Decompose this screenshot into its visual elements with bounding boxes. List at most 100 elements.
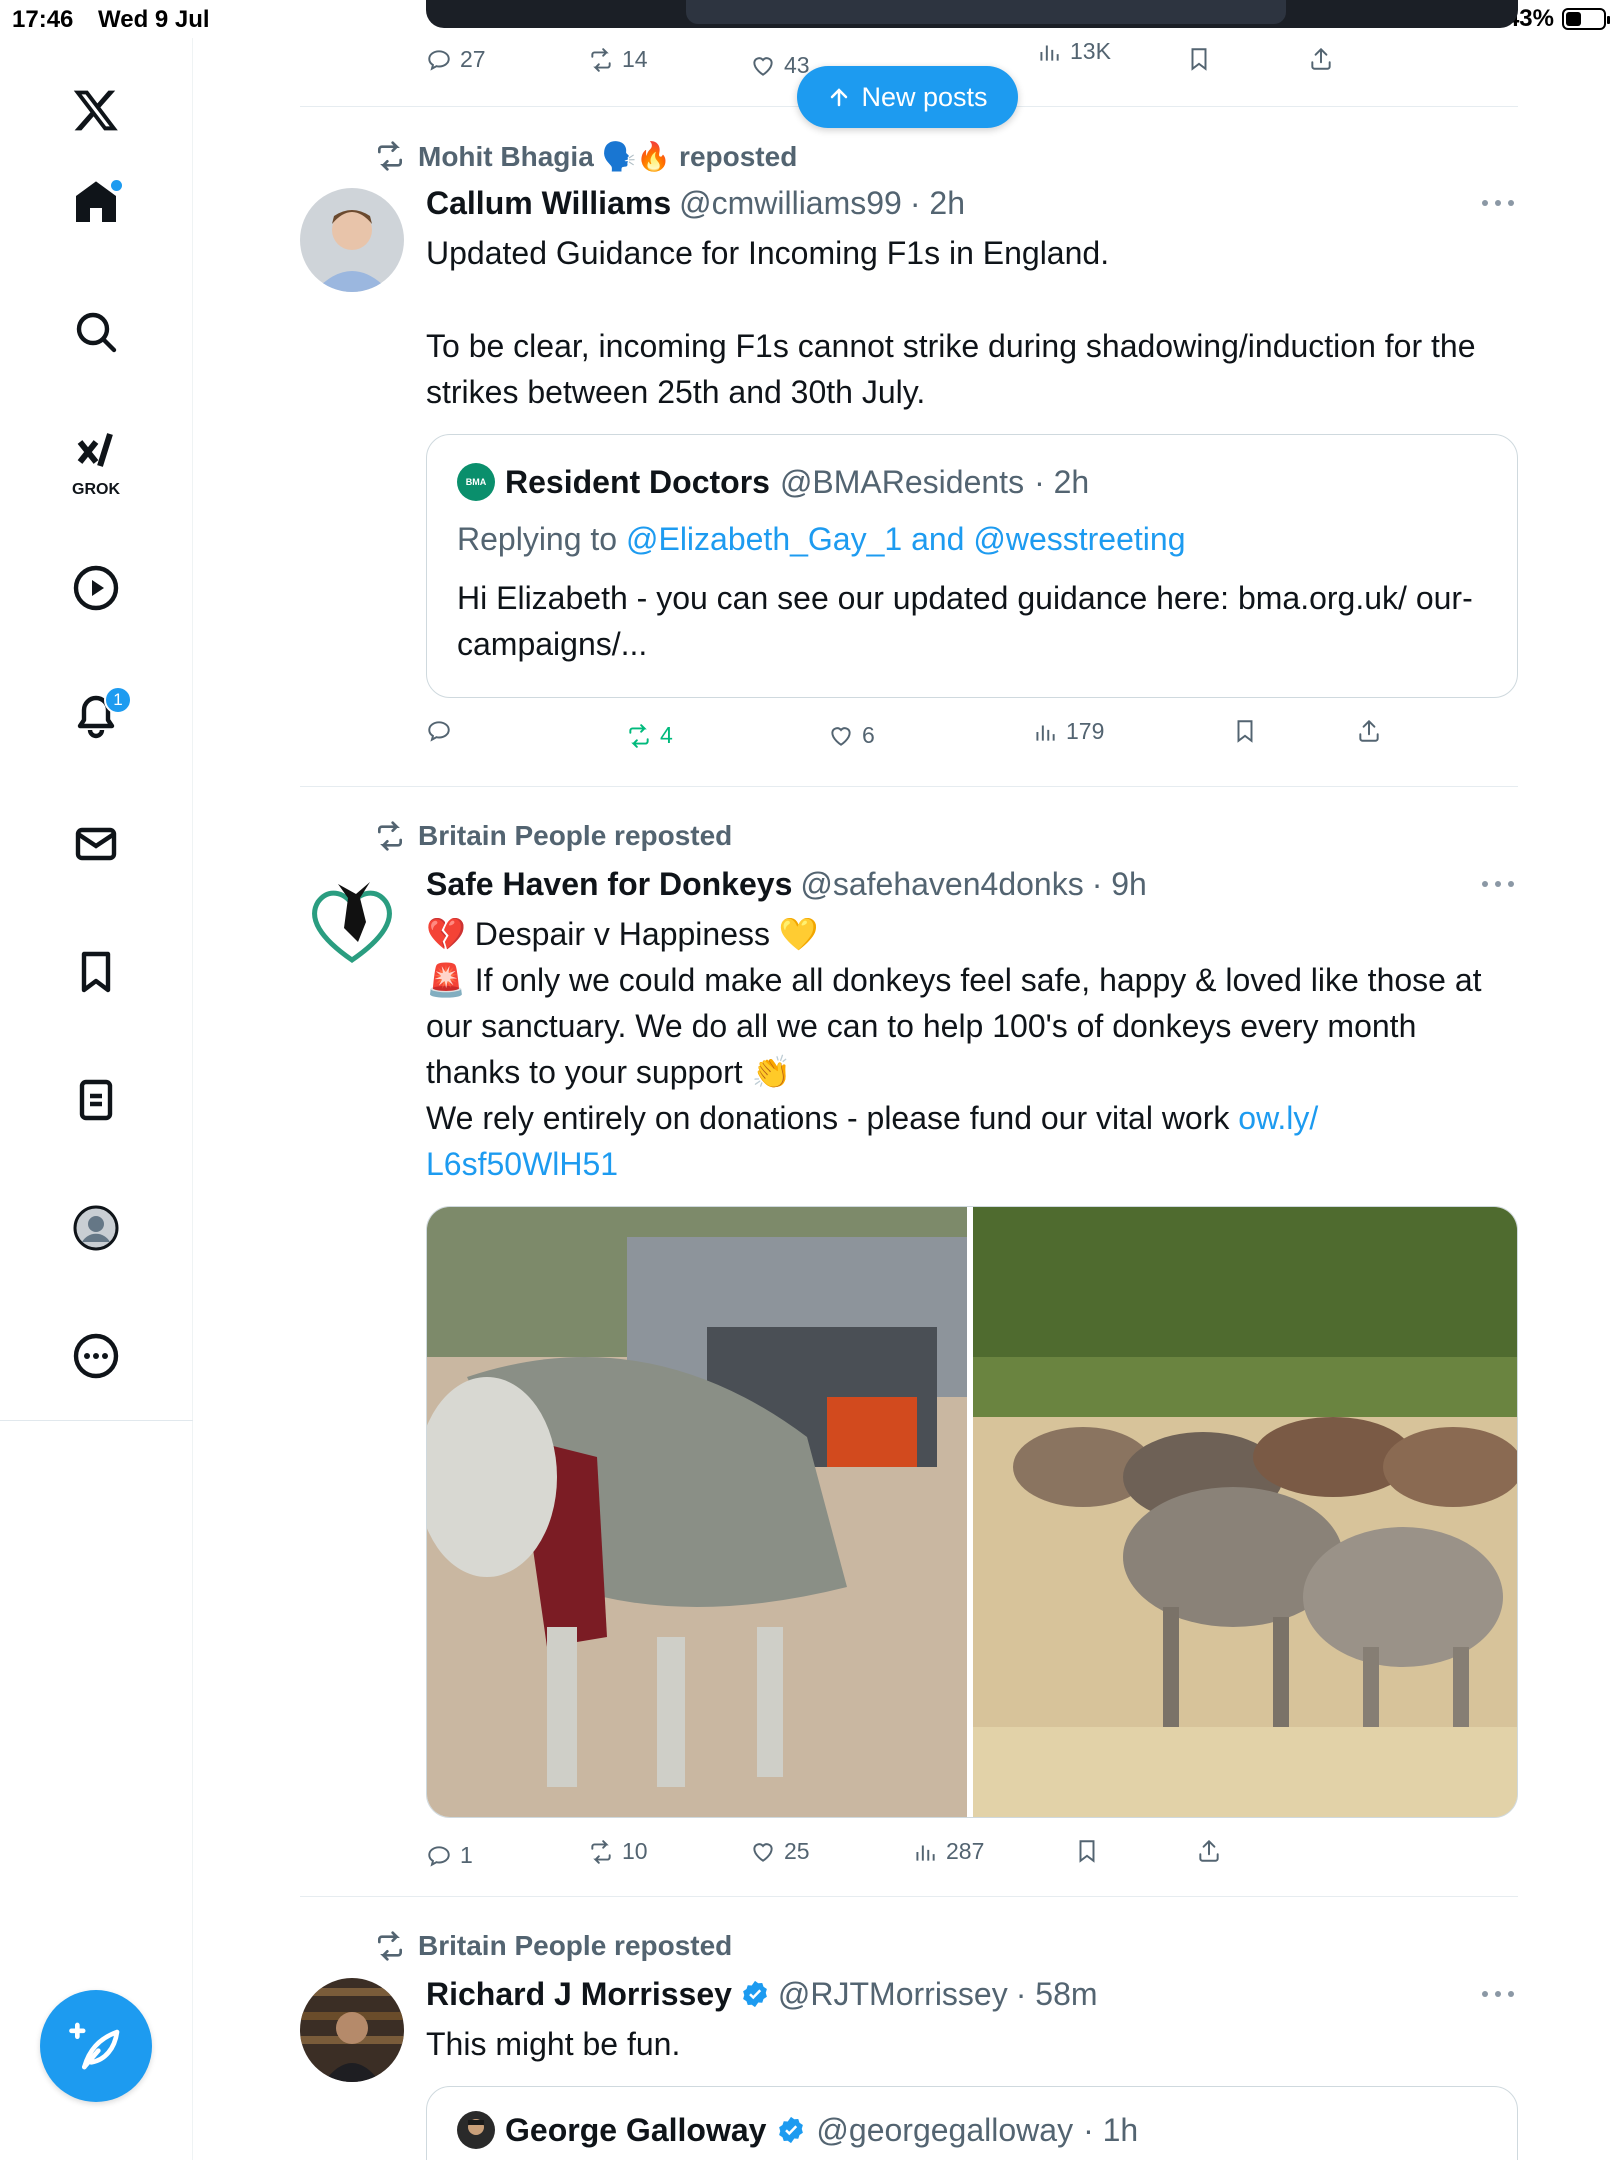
bookmark-button[interactable] (1186, 46, 1212, 72)
like-button[interactable]: 6 (828, 722, 875, 749)
views-chart-icon (1040, 45, 1059, 61)
reposted-by-line: Britain People reposted (374, 1928, 732, 1964)
post-time[interactable]: · 9h (1092, 866, 1147, 903)
messages-nav-icon[interactable] (56, 804, 136, 884)
reposted-by-line: Mohit Bhagia 🗣️🔥 reposted (374, 138, 797, 174)
verified-badge-icon (743, 1980, 767, 2008)
quote-time: · 2h (1034, 463, 1090, 500)
new-posts-label: New posts (861, 81, 988, 112)
post-text: To be clear, incoming F1s cannot strike … (426, 328, 1476, 410)
post-divider (300, 786, 1518, 787)
bookmarks-nav-icon[interactable] (56, 932, 136, 1012)
post-header: Richard J Morrissey @RJTMorrissey · 58m (426, 1972, 1098, 2016)
post-text-line-3: We rely entirely on donations - please f… (426, 1095, 1518, 1187)
share-button[interactable] (1196, 1838, 1222, 1864)
reply-button[interactable] (426, 718, 460, 744)
grok-label: GROK (72, 481, 120, 498)
reply-count: 1 (460, 1842, 473, 1868)
profile-nav-icon[interactable] (56, 1188, 136, 1268)
views-chart-icon (1036, 725, 1055, 741)
compose-feather-icon (69, 2022, 120, 2070)
like-button[interactable]: 25 (750, 1838, 810, 1865)
bookmark-button[interactable] (1232, 718, 1258, 744)
heart-icon (753, 56, 773, 76)
author-handle[interactable]: @cmwilliams99 (679, 185, 902, 222)
quote-time: · 1h (1083, 2111, 1139, 2148)
post-header: Safe Haven for Donkeys @safehaven4donks … (426, 862, 1147, 906)
quoted-post[interactable]: BMA Resident Doctors @BMAResidents · 2h … (426, 434, 1518, 698)
verified-badge-icon (779, 2116, 804, 2144)
repost-count: 14 (622, 46, 648, 72)
video-nav-icon[interactable] (56, 548, 136, 628)
grok-nav-icon[interactable]: GROK (56, 424, 136, 504)
post-text-line-1: 💔 Despair v Happiness 💛 (426, 916, 819, 952)
notification-count-badge: 1 (104, 686, 132, 714)
repost-icon (378, 821, 402, 851)
avatar[interactable] (300, 188, 404, 292)
post-time[interactable]: · 58m (1016, 1976, 1098, 2013)
repost-button[interactable]: 4 (626, 722, 673, 749)
author-name[interactable]: Callum Williams (426, 185, 671, 222)
share-icon (1199, 1839, 1219, 1862)
author-name[interactable]: Richard J Morrissey (426, 1976, 732, 2013)
search-nav-icon[interactable] (56, 292, 136, 372)
quote-author-handle: @BMAResidents (779, 463, 1025, 500)
lists-nav-icon[interactable] (56, 1060, 136, 1140)
share-icon (1311, 47, 1331, 70)
author-handle[interactable]: @RJTMorrissey (778, 1976, 1008, 2013)
views-button[interactable]: 179 (1032, 718, 1104, 745)
reply-button[interactable]: 27 (426, 46, 486, 73)
quoted-post[interactable]: George Galloway @georgegalloway · 1h (426, 2086, 1518, 2160)
replying-prefix: Replying to (457, 521, 626, 557)
bookmark-icon (1191, 48, 1207, 71)
home-nav-icon[interactable] (56, 162, 136, 242)
more-options-icon[interactable] (1478, 1984, 1518, 2004)
battery-icon (1562, 8, 1610, 30)
photo-donkey-blanket[interactable] (427, 1207, 967, 1817)
more-options-icon[interactable] (1478, 193, 1518, 213)
x-logo-icon[interactable] (56, 70, 136, 150)
reply-button[interactable]: 1 (426, 1842, 473, 1869)
like-count: 25 (784, 1838, 810, 1864)
more-options-icon[interactable] (1478, 874, 1518, 894)
photo-donkeys-sanctuary[interactable] (973, 1207, 1517, 1817)
heart-icon (753, 1842, 773, 1862)
sidebar-divider (0, 1420, 193, 1421)
post-action-bar: 1 10 25 287 (426, 1838, 1518, 1878)
views-button[interactable]: 13K (1036, 38, 1111, 65)
share-button[interactable] (1308, 46, 1334, 72)
reposted-by-line: Britain People reposted (374, 818, 732, 854)
previous-post-media[interactable] (426, 0, 1518, 28)
new-posts-button[interactable]: New posts (797, 66, 1018, 128)
repost-icon (591, 47, 611, 72)
home-unread-dot (111, 180, 122, 191)
avatar[interactable] (300, 868, 404, 972)
reply-count: 27 (460, 46, 486, 72)
like-button[interactable]: 43 (750, 52, 810, 79)
repost-icon (629, 723, 649, 748)
heart-icon (831, 726, 851, 746)
post-media-gallery (426, 1206, 1518, 1818)
reply-icon (428, 1845, 450, 1867)
repost-button[interactable]: 10 (588, 1838, 648, 1865)
post-time[interactable]: · 2h (910, 185, 965, 222)
share-button[interactable] (1356, 718, 1382, 744)
views-button[interactable]: 287 (912, 1838, 984, 1865)
more-nav-icon[interactable] (56, 1316, 136, 1396)
avatar[interactable] (300, 1978, 404, 2082)
arrow-up-icon (831, 88, 848, 107)
repost-icon (378, 1931, 402, 1961)
notifications-nav-icon[interactable]: 1 (56, 676, 136, 756)
post-header: Callum Williams @cmwilliams99 · 2h (426, 181, 965, 225)
post-text: Updated Guidance for Incoming F1s in Eng… (426, 235, 1110, 271)
bookmark-button[interactable] (1074, 1838, 1100, 1864)
author-name[interactable]: Safe Haven for Donkeys (426, 866, 792, 903)
compose-post-button[interactable] (40, 1990, 152, 2102)
author-handle[interactable]: @safehaven4donks (800, 866, 1083, 903)
view-count: 13K (1070, 38, 1111, 64)
post-divider (300, 1896, 1518, 1897)
repost-button[interactable]: 14 (588, 46, 648, 73)
replying-to-handles[interactable]: @Elizabeth_Gay_1 and @wesstreeting (626, 521, 1186, 557)
share-icon (1359, 719, 1379, 742)
view-count: 287 (946, 1838, 985, 1864)
